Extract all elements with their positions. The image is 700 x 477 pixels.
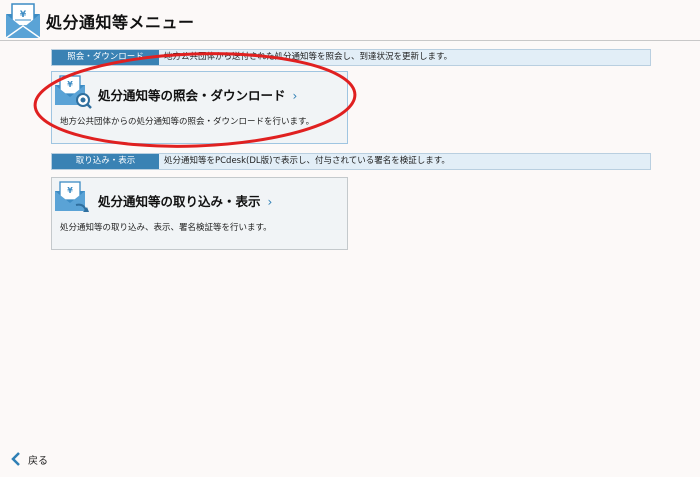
card-description-import: 処分通知等の取り込み、表示、署名検証等を行います。 (60, 223, 272, 233)
envelope-document-icon: ¥ (5, 3, 41, 39)
card-title-inquiry: 処分通知等の照会・ダウンロード › (98, 85, 297, 104)
chevron-right-icon: › (267, 195, 273, 209)
envelope-search-icon: ¥ (55, 75, 92, 109)
svg-text:¥: ¥ (67, 186, 73, 195)
bar-label-import: 取り込み・表示 (52, 154, 159, 169)
envelope-import-icon: ¥ (55, 181, 89, 212)
card-title-text: 処分通知等の照会・ダウンロード (98, 88, 286, 103)
chevron-right-icon: › (292, 89, 298, 103)
bar-label-inquiry: 照会・ダウンロード (52, 50, 159, 65)
import-display-button[interactable]: ¥ 処分通知等の取り込み・表示 › 処分通知等の取り込み、表示、署名検証等を行いま… (51, 177, 348, 250)
bar-description-inquiry: 地方公共団体から送付された処分通知等を照会し、到達状況を更新します。 (164, 52, 453, 62)
bar-description-import: 処分通知等をPCdesk(DL版)で表示し、付与されている署名を検証します。 (164, 156, 450, 166)
info-bar-import: 取り込み・表示 処分通知等をPCdesk(DL版)で表示し、付与されている署名を… (51, 153, 651, 170)
svg-text:¥: ¥ (67, 80, 73, 89)
card-title-text: 処分通知等の取り込み・表示 (98, 194, 261, 209)
svg-text:¥: ¥ (20, 10, 27, 20)
chevron-left-icon (11, 452, 20, 466)
card-description-inquiry: 地方公共団体からの処分通知等の照会・ダウンロードを行います。 (60, 117, 315, 127)
title-divider (0, 40, 700, 41)
back-label: 戻る (28, 455, 48, 467)
info-bar-inquiry: 照会・ダウンロード 地方公共団体から送付された処分通知等を照会し、到達状況を更新… (51, 49, 651, 66)
back-button[interactable]: 戻る (10, 451, 48, 467)
page-title: 処分通知等メニュー (46, 13, 195, 32)
inquiry-download-button[interactable]: ¥ 処分通知等の照会・ダウンロード › 地方公共団体からの処分通知等の照会・ダウン… (51, 71, 348, 144)
page: ¥ 処分通知等メニュー 照会・ダウンロード 地方公共団体から送付された処分通知等… (0, 0, 700, 477)
card-title-import: 処分通知等の取り込み・表示 › (98, 191, 272, 210)
